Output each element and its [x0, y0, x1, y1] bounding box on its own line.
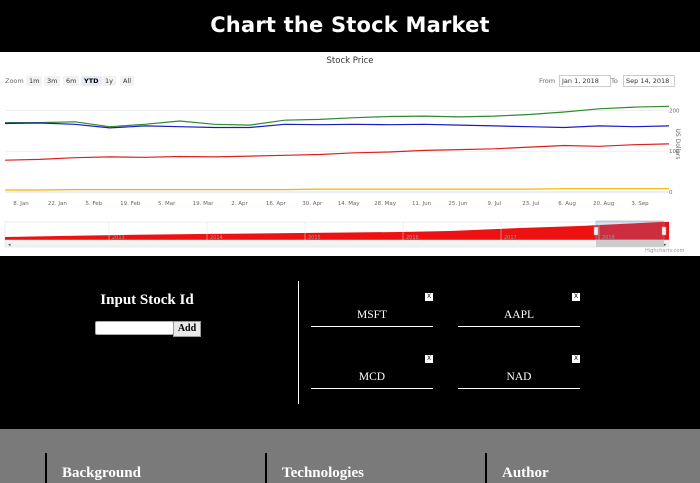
- x-tick-label: 14. May: [338, 201, 361, 207]
- x-tick-label: 2. Apr: [231, 201, 248, 207]
- series-lines: [4, 105, 670, 191]
- navigator-left-handle[interactable]: [593, 226, 599, 236]
- chart-plot-area[interactable]: 8. Jan 22. Jan 5. Feb 19. Feb 5. Mar 19. Mar 2…: [0, 52, 700, 256]
- x-tick-label: 6. Aug: [558, 201, 576, 207]
- x-tick-label: 16. Apr: [266, 201, 287, 207]
- footer-column-author: Author: [485, 453, 697, 483]
- y-axis-label: US Dollars: [674, 128, 681, 159]
- x-tick-label: 9. Jul: [488, 201, 502, 207]
- navigator-right-handle[interactable]: [661, 226, 667, 236]
- stock-input-section: Input Stock Id Add X MSFT X AAPL X MCD X…: [0, 256, 700, 429]
- stock-id-input[interactable]: [95, 321, 174, 335]
- stock-card-underline: [458, 326, 580, 327]
- series-line-0: [5, 105, 670, 128]
- stock-symbol-msft: MSFT: [356, 309, 388, 321]
- x-tick-label: 5. Feb: [85, 201, 102, 207]
- page-header: Chart the Stock Market: [0, 0, 700, 52]
- y-tick-label: 0: [669, 190, 673, 196]
- remove-msft-button[interactable]: X: [425, 293, 433, 301]
- chart-credits[interactable]: Highcharts.com: [645, 248, 684, 254]
- x-tick-label: 25. Jun: [448, 201, 468, 207]
- footer-heading-author[interactable]: Author: [502, 465, 549, 482]
- footer-heading-background[interactable]: Background: [62, 465, 141, 482]
- x-tick-label: 20. Aug: [593, 201, 614, 207]
- y-tick-label: 200: [669, 108, 680, 114]
- x-tick-label: 8. Jan: [13, 201, 29, 207]
- x-axis-ticks: 8. Jan 22. Jan 5. Feb 19. Feb 5. Mar 19. Mar 2…: [13, 201, 649, 207]
- remove-nad-button[interactable]: X: [572, 355, 580, 363]
- stock-card-mcd: X MCD: [311, 355, 433, 391]
- section-divider: [298, 281, 299, 404]
- input-title: Input Stock Id: [100, 292, 194, 308]
- x-tick-label: 11. Jun: [412, 201, 432, 207]
- x-tick-label: 30. Apr: [302, 201, 323, 207]
- add-button[interactable]: Add: [173, 321, 201, 337]
- navigator[interactable]: 2013 2014 2015 2016 2017 2018 ◂ ▸: [4, 220, 670, 248]
- stock-chart[interactable]: Stock Price Zoom 1m 3m 6m YTD 1y All Fro…: [0, 52, 700, 256]
- stock-symbol-aapl: AAPL: [503, 309, 535, 321]
- grid-lines: [5, 110, 669, 193]
- x-tick-label: 3. Sep: [631, 201, 649, 207]
- x-tick-label: 19. Mar: [193, 201, 215, 207]
- navigator-scrollbar-thumb[interactable]: [596, 240, 664, 247]
- stock-symbol-mcd: MCD: [358, 371, 386, 383]
- x-tick-label: 28. May: [374, 201, 397, 207]
- x-tick-label: 19. Feb: [120, 201, 141, 207]
- navigator-scrollbar[interactable]: [4, 239, 670, 248]
- stock-card-underline: [458, 388, 580, 389]
- series-line-2: [4, 143, 670, 161]
- footer-heading-technologies[interactable]: Technologies: [282, 465, 364, 482]
- stock-symbol-nad: NAD: [506, 371, 532, 383]
- series-line-3: [5, 188, 669, 191]
- stock-card-msft: X MSFT: [311, 293, 433, 329]
- stock-card-nad: X NAD: [458, 355, 580, 391]
- stock-card-underline: [311, 388, 433, 389]
- x-tick-label: 22. Jan: [48, 201, 67, 207]
- stock-card-underline: [311, 326, 433, 327]
- x-tick-label: 5. Mar: [158, 201, 176, 207]
- footer-column-background: Background: [45, 453, 257, 483]
- page-title: Chart the Stock Market: [210, 13, 490, 37]
- stock-card-aapl: X AAPL: [458, 293, 580, 329]
- x-tick-label: 23. Jul: [522, 201, 540, 207]
- navigator-selection[interactable]: [595, 220, 665, 241]
- remove-mcd-button[interactable]: X: [425, 355, 433, 363]
- footer-column-technologies: Technologies: [265, 453, 477, 483]
- remove-aapl-button[interactable]: X: [572, 293, 580, 301]
- page-footer: Background Technologies Author: [0, 429, 700, 483]
